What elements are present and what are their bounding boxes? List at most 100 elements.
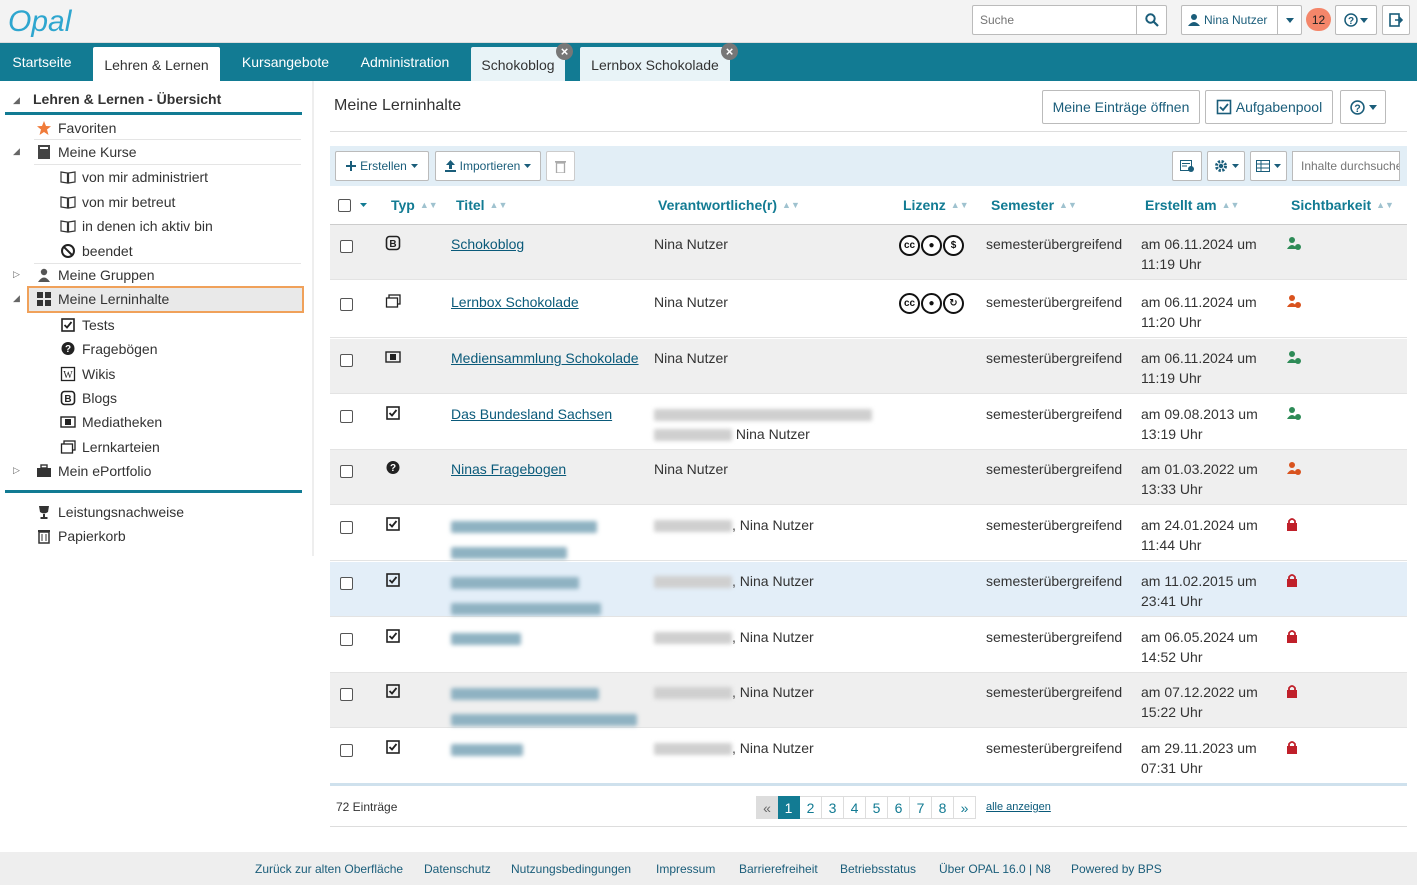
sidebar-item-lernkarteien[interactable]: Lernkarteien [60,436,160,458]
content-search-input[interactable] [1292,151,1400,181]
pagination-page[interactable]: 6 [888,796,910,819]
pagination-page[interactable]: 4 [844,796,866,819]
column-header-sichtbarkeit[interactable]: Sichtbarkeit ▲▼ [1291,197,1394,213]
opal-logo[interactable]: Opal [8,4,80,38]
footer-link-ueber-opal[interactable]: Über OPAL 16.0 | N8 [939,862,1051,876]
task-pool-button[interactable]: Aufgabenpool [1205,90,1333,124]
tab-schokoblog[interactable]: Schokoblog × [471,43,573,81]
row-checkbox[interactable] [340,688,353,701]
sidebar-item-eportfolio[interactable]: Mein ePortfolio [36,460,151,482]
sidebar-item-wikis[interactable]: W Wikis [60,363,115,385]
sidebar-item-administriert[interactable]: von mir administriert [60,166,208,188]
collapse-triangle-icon[interactable]: ◢ [13,293,20,304]
tab-startseite[interactable]: Startseite [0,43,84,81]
title-cell-redacted[interactable] [451,631,641,651]
row-checkbox[interactable] [340,521,353,534]
visibility-cell[interactable] [1286,406,1302,428]
row-checkbox[interactable] [340,577,353,590]
pagination-prev[interactable]: « [756,796,778,819]
visibility-cell[interactable] [1286,740,1298,760]
expand-triangle-icon[interactable]: ▷ [13,465,20,476]
tab-kursangebote[interactable]: Kursangebote [229,43,342,81]
close-icon[interactable]: × [556,43,573,60]
row-checkbox[interactable] [340,633,353,646]
sidebar-item-betreut[interactable]: von mir betreut [60,191,175,213]
sidebar-item-blogs[interactable]: B Blogs [60,387,117,409]
title-link[interactable]: Schokoblog [451,236,524,252]
create-button[interactable]: Erstellen [335,151,429,181]
footer-link-nutzungsbedingungen[interactable]: Nutzungsbedingungen [511,862,631,876]
visibility-cell[interactable] [1286,350,1302,372]
delete-button[interactable] [546,151,575,181]
logout-button[interactable] [1382,5,1410,35]
pagination-page[interactable]: 5 [866,796,888,819]
help-button[interactable]: ? [1335,5,1377,35]
tab-lehren-lernen[interactable]: Lehren & Lernen [93,47,220,81]
table-row[interactable]: , Nina Nutzer semesterübergreifend am 29.1… [330,729,1407,784]
close-icon[interactable]: × [721,43,738,60]
visibility-cell[interactable] [1286,517,1298,537]
table-row[interactable]: , Nina Nutzer semesterübergreifend am 24.0… [330,506,1407,561]
import-button[interactable]: Importieren [435,151,541,181]
help-button[interactable]: ? [1340,90,1386,124]
settings-button[interactable] [1207,151,1245,181]
table-row[interactable]: B Schokoblog Nina Nutzer cc ● $ semesterübergr… [330,225,1407,280]
search-input[interactable] [973,6,1137,34]
sidebar-item-aktiv[interactable]: in denen ich aktiv bin [60,215,213,237]
pagination-page[interactable]: 2 [800,796,822,819]
column-header-lizenz[interactable]: Lizenz ▲▼ [903,197,969,213]
sidebar-item-meine-gruppen[interactable]: Meine Gruppen [36,264,155,286]
sidebar-item-mediatheken[interactable]: Mediatheken [60,411,162,433]
sidebar-item-meine-lerninhalte[interactable]: Meine Lerninhalte [36,288,169,310]
table-row[interactable]: Das Bundesland Sachsen Nina Nutzer semest… [330,395,1407,450]
table-row[interactable]: , Nina Nutzer semesterübergreifend am 07.1… [330,673,1407,728]
visibility-cell[interactable] [1286,629,1298,649]
table-row[interactable]: , Nina Nutzer semesterübergreifend am 06.0… [330,618,1407,673]
visibility-cell[interactable] [1286,461,1302,483]
visibility-cell[interactable] [1286,294,1302,316]
sidebar-item-leistungsnachweise[interactable]: Leistungsnachweise [36,501,184,523]
open-entries-button[interactable]: Meine Einträge öffnen [1042,90,1200,124]
row-checkbox[interactable] [340,744,353,757]
pagination-page[interactable]: 3 [822,796,844,819]
user-menu-button[interactable]: Nina Nutzer [1181,5,1278,35]
title-link[interactable]: Lernbox Schokolade [451,294,579,310]
pagination-page[interactable]: 7 [910,796,932,819]
select-all-checkbox[interactable] [338,199,351,212]
pagination-page[interactable]: 1 [778,796,800,819]
tab-administration[interactable]: Administration [350,43,460,81]
sidebar-item-papierkorb[interactable]: Papierkorb [36,525,126,547]
user-menu-dropdown[interactable] [1277,5,1302,35]
column-header-verantwortliche[interactable]: Verantwortliche(r) ▲▼ [658,197,800,213]
column-header-semester[interactable]: Semester ▲▼ [991,197,1077,213]
search-button[interactable] [1136,6,1166,34]
tab-lernbox-schokolade[interactable]: Lernbox Schokolade × [580,43,738,81]
license-badges[interactable]: cc ● ↻ [899,293,964,314]
visibility-cell[interactable] [1286,684,1298,704]
title-link[interactable]: Ninas Fragebogen [451,461,566,477]
row-checkbox[interactable] [340,354,353,367]
footer-link-datenschutz[interactable]: Datenschutz [424,862,491,876]
row-checkbox[interactable] [340,465,353,478]
title-link[interactable]: Mediensammlung Schokolade [451,350,639,366]
column-header-titel[interactable]: Titel ▲▼ [456,197,507,213]
expand-triangle-icon[interactable]: ▷ [13,269,20,280]
table-view-button[interactable] [1250,151,1287,181]
collapse-triangle-icon[interactable]: ◢ [13,95,20,106]
notification-badge[interactable]: 12 [1306,8,1331,31]
row-checkbox[interactable] [340,240,353,253]
column-header-erstellt[interactable]: Erstellt am ▲▼ [1145,197,1239,213]
footer-link-barrierefreiheit[interactable]: Barrierefreiheit [739,862,818,876]
license-badges[interactable]: cc ● $ [899,235,964,256]
row-checkbox[interactable] [340,298,353,311]
title-cell-redacted[interactable] [451,742,641,762]
collapse-triangle-icon[interactable]: ◢ [13,146,20,157]
title-cell-redacted[interactable] [451,686,641,731]
pagination-page[interactable]: 8 [932,796,954,819]
title-cell-redacted[interactable] [451,575,641,620]
sidebar-item-tests[interactable]: Tests [60,314,115,336]
show-all-link[interactable]: alle anzeigen [986,801,1051,813]
title-link[interactable]: Das Bundesland Sachsen [451,406,612,422]
table-row[interactable]: , Nina Nutzer semesterübergreifend am 11.0… [330,562,1407,617]
table-row[interactable]: Mediensammlung Schokolade Nina Nutzer seme… [330,339,1407,394]
